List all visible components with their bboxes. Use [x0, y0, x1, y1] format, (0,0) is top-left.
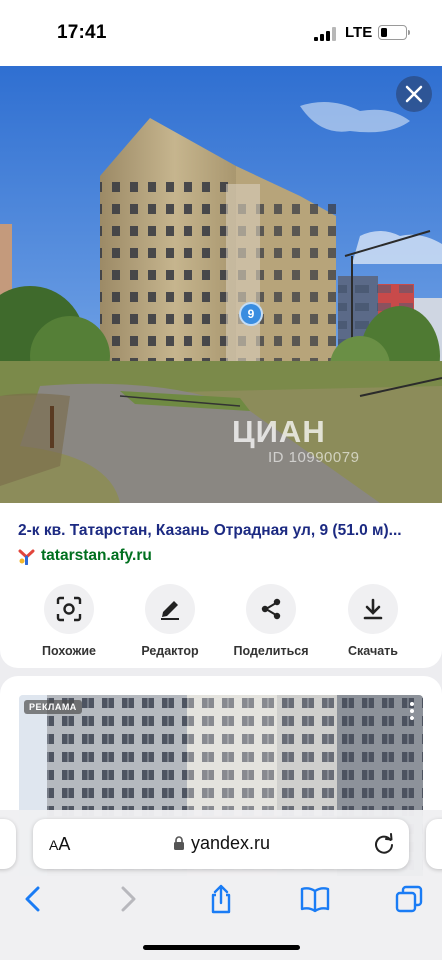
result-title-link[interactable]: 2-к кв. Татарстан, Казань Отрадная ул, 9…	[18, 522, 428, 540]
download-button[interactable]: Скачать	[323, 584, 423, 658]
browser-bottom-bar: AA yandex.ru	[0, 810, 442, 960]
image-result-card: 9 ЦИАН ID 10990079 2-к кв. Татарстан, Ка…	[0, 66, 442, 668]
editor-button[interactable]: Редактор	[120, 584, 220, 658]
next-tab-pill[interactable]	[426, 819, 442, 869]
download-label: Скачать	[348, 644, 398, 658]
status-time: 17:41	[57, 22, 107, 43]
share-icon	[261, 598, 281, 620]
url-text: yandex.ru	[191, 833, 271, 853]
bookmarks-icon[interactable]	[300, 884, 330, 914]
watermark-id: ID 10990079	[268, 449, 360, 466]
back-icon[interactable]	[18, 884, 48, 914]
similar-label: Похожие	[42, 644, 96, 658]
source-url: tatarstan.afy.ru	[41, 547, 152, 564]
ad-badge: РЕКЛАМА	[24, 700, 82, 714]
lock-icon	[174, 836, 184, 850]
share-action-button[interactable]: Поделиться	[221, 584, 321, 658]
previous-tab-pill[interactable]	[0, 819, 16, 869]
similar-search-icon	[56, 596, 82, 622]
more-options-icon[interactable]	[410, 702, 414, 720]
address-bar[interactable]: AA yandex.ru	[33, 819, 409, 869]
share-icon[interactable]	[206, 884, 236, 914]
editor-label: Редактор	[141, 644, 199, 658]
site-favicon-icon	[18, 549, 35, 565]
signal-icon	[314, 27, 336, 41]
forward-icon[interactable]	[113, 884, 143, 914]
download-icon	[363, 598, 383, 620]
text-size-button[interactable]: AA	[49, 834, 70, 855]
result-photo[interactable]: 9 ЦИАН ID 10990079	[0, 66, 442, 503]
action-bar: Похожие Редактор Поделиться Скачать	[0, 584, 442, 660]
share-label: Поделиться	[233, 644, 309, 658]
watermark-brand: ЦИАН	[232, 414, 326, 449]
pencil-icon	[161, 601, 179, 620]
battery-icon	[378, 25, 410, 40]
tabs-icon[interactable]	[394, 884, 424, 914]
network-type: LTE	[345, 24, 373, 41]
result-source[interactable]: tatarstan.afy.ru	[18, 547, 152, 565]
home-indicator[interactable]	[143, 945, 300, 950]
status-bar: 17:41 LTE	[0, 0, 442, 66]
reload-icon[interactable]	[373, 833, 395, 855]
close-button[interactable]	[396, 76, 432, 112]
close-icon	[405, 85, 423, 103]
map-pin-marker: 9	[239, 302, 263, 326]
similar-button[interactable]: Похожие	[19, 584, 119, 658]
